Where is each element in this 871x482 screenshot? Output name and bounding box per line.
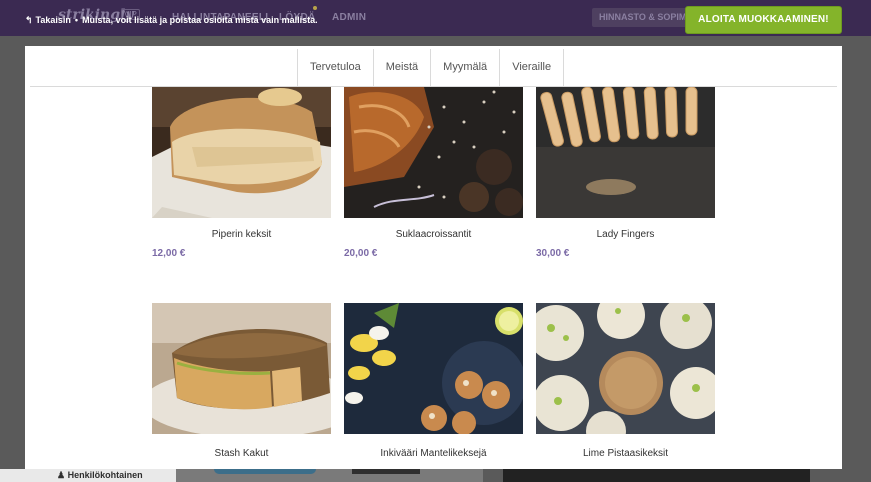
user-icon: ♟: [57, 470, 66, 480]
product-name[interactable]: Stash Kakut: [152, 448, 331, 459]
back-banner: ↰ Takaisin • Muista, voit lisätä ja poistaa…: [25, 15, 318, 26]
tab-vieraille[interactable]: Vieraille: [499, 49, 565, 86]
lady-fingers-image[interactable]: [536, 87, 715, 218]
product-card[interactable]: Lime Pistaasikeksit: [536, 303, 715, 459]
start-editing-button[interactable]: ALOITA MUOKKAAMINEN!: [685, 6, 842, 34]
quiche-cake-image[interactable]: [152, 303, 331, 434]
bread-loaf-image[interactable]: [152, 87, 331, 218]
product-price: 12,00 €: [152, 248, 186, 259]
footer-pill-dark: [352, 469, 420, 474]
back-link[interactable]: Takaisin: [36, 15, 71, 25]
back-arrow-icon[interactable]: ↰: [25, 15, 33, 25]
tab-myymala[interactable]: Myymälä: [430, 49, 499, 86]
product-card[interactable]: Lady Fingers 30,00 €: [536, 87, 715, 259]
notification-dot: [313, 6, 317, 10]
product-name[interactable]: Inkivääri Mantelikeksejä: [344, 448, 523, 459]
personal-account-label[interactable]: ♟ Henkilökohtainen: [57, 470, 143, 481]
nav-admin[interactable]: ADMIN: [332, 12, 366, 23]
product-card[interactable]: Piperin keksit 12,00 €: [152, 87, 331, 259]
pricing-button[interactable]: HINNASTO & SOPIMUKSET: [592, 8, 692, 27]
personal-label-text: Henkilökohtainen: [67, 470, 143, 480]
preview-site-nav: Tervetuloa Meistä Myymälä Vieraille: [30, 49, 837, 87]
product-card[interactable]: Inkivääri Mantelikeksejä: [344, 303, 523, 459]
product-card[interactable]: Suklaacroissantit 20,00 €: [344, 87, 523, 259]
product-price: 30,00 €: [536, 248, 570, 259]
tab-tervetuloa[interactable]: Tervetuloa: [297, 49, 373, 86]
product-name[interactable]: Suklaacroissantit: [344, 229, 523, 240]
footer-pill-blue: [214, 469, 316, 474]
product-name[interactable]: Piperin keksit: [152, 229, 331, 240]
template-preview-modal: Tervetuloa Meistä Myymälä Vieraille Pipe…: [25, 46, 842, 469]
pistachio-cookies-image[interactable]: [536, 303, 715, 434]
product-price: 20,00 €: [344, 248, 378, 259]
banner-note: Muista, voit lisätä ja poistaa osioita m…: [82, 15, 318, 25]
tab-meista[interactable]: Meistä: [372, 49, 430, 86]
bullet-separator: •: [74, 15, 79, 25]
almond-cookies-image[interactable]: [344, 303, 523, 434]
chocolate-croissant-image[interactable]: [344, 87, 523, 218]
product-name[interactable]: Lime Pistaasikeksit: [536, 448, 715, 459]
preview-nav-tabs: Tervetuloa Meistä Myymälä Vieraille: [297, 49, 565, 86]
product-name[interactable]: Lady Fingers: [536, 229, 715, 240]
footer-right-panel: [503, 469, 810, 482]
footer-mid-panel: [176, 469, 483, 482]
product-card[interactable]: Stash Kakut: [152, 303, 331, 459]
